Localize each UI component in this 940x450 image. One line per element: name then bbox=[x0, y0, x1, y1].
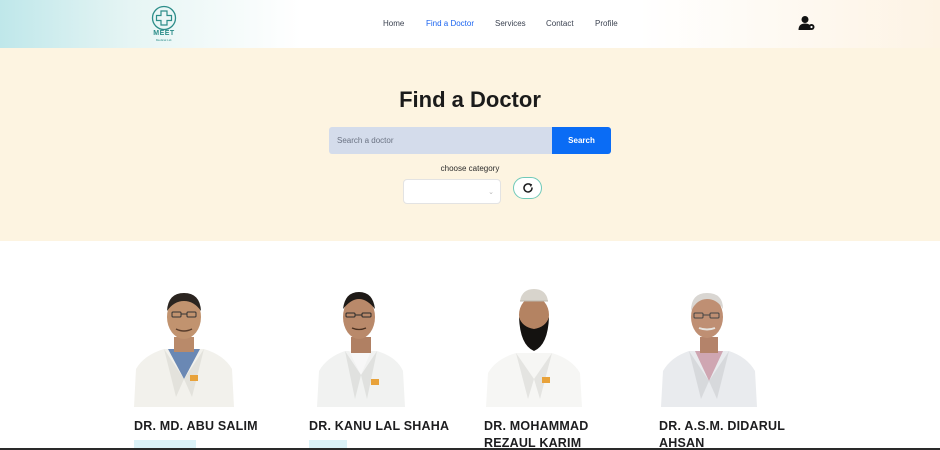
doctor-list: DR. MD. ABU SALIM DR. KANU LAL SHAHA DR.… bbox=[0, 241, 940, 450]
doctor-name: DR. MOHAMMAD REZAUL KARIM bbox=[484, 419, 589, 450]
doctor-photo bbox=[309, 287, 409, 407]
user-settings-icon[interactable] bbox=[798, 15, 816, 31]
nav-home[interactable]: Home bbox=[383, 19, 404, 28]
refresh-button[interactable] bbox=[513, 177, 542, 199]
chevron-down-icon: ⌄ bbox=[488, 189, 494, 196]
top-navbar: MEET Medical Ltd. Home Find a Doctor Ser… bbox=[0, 0, 940, 48]
category-select[interactable]: ⌄ bbox=[403, 179, 501, 204]
page-title: Find a Doctor bbox=[399, 87, 541, 112]
nav-contact[interactable]: Contact bbox=[546, 19, 574, 28]
doctor-name: DR. KANU LAL SHAHA bbox=[309, 419, 450, 433]
search-button[interactable]: Search bbox=[552, 127, 611, 154]
search-hero: Find a Doctor Search choose category ⌄ bbox=[0, 48, 940, 241]
doctor-name: DR. MD. ABU SALIM bbox=[134, 419, 258, 433]
doctor-photo bbox=[134, 287, 234, 407]
nav-services[interactable]: Services bbox=[495, 19, 526, 28]
doctor-photo bbox=[659, 287, 759, 407]
nav-profile[interactable]: Profile bbox=[595, 19, 618, 28]
brand-name: MEET bbox=[153, 30, 175, 37]
brand-subtext: Medical Ltd. bbox=[155, 38, 173, 42]
doctor-photo bbox=[484, 287, 584, 407]
category-label: choose category bbox=[440, 164, 500, 173]
refresh-icon bbox=[523, 183, 533, 193]
nav-find-a-doctor[interactable]: Find a Doctor bbox=[426, 19, 474, 28]
doctor-name: DR. A.S.M. DIDARUL AHSAN bbox=[659, 419, 786, 450]
doctor-search-input[interactable] bbox=[329, 127, 552, 154]
